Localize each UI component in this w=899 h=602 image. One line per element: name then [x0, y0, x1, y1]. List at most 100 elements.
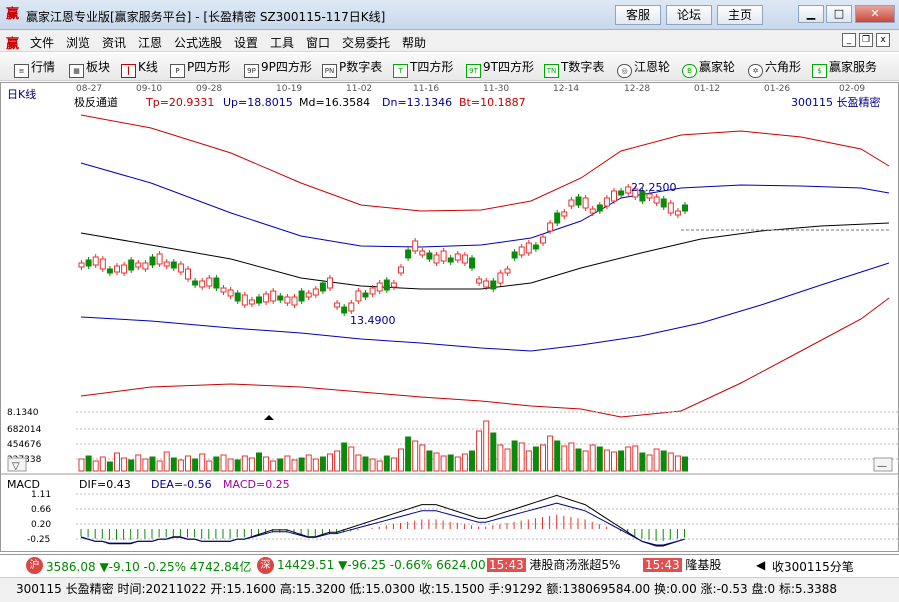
volume-bar	[106, 461, 113, 472]
candle-body	[362, 292, 369, 298]
dollar-icon: $	[812, 64, 827, 78]
forum-button[interactable]: 论坛	[666, 5, 712, 25]
menu-formula[interactable]: 公式选股	[174, 34, 222, 51]
toolbar-9t-square-button[interactable]: 9T 9T四方形	[466, 59, 534, 78]
candle-body	[135, 262, 142, 268]
toolbar-t-square-button[interactable]: T T四方形	[393, 59, 453, 78]
customer-service-button[interactable]: 客服	[615, 5, 661, 25]
volume-bar	[390, 457, 397, 472]
candle-body	[263, 293, 270, 303]
volume-bar	[135, 454, 142, 472]
homepage-button[interactable]: 主页	[717, 5, 763, 25]
candle-body	[305, 292, 312, 298]
candle-body	[625, 186, 632, 194]
volume-bar	[611, 451, 617, 472]
volume-bar	[561, 445, 568, 472]
volume-bar	[575, 448, 582, 472]
channel-bottom-line	[80, 297, 890, 418]
close-button[interactable]: ✕	[855, 5, 895, 23]
toolbar-9p-square-button[interactable]: 9P 9P四方形	[244, 59, 312, 78]
toolbar-gann-wheel-button[interactable]: ◎ 江恩轮	[617, 59, 670, 78]
toolbar-label: 9P四方形	[261, 60, 312, 74]
candle-body	[589, 208, 596, 214]
volume-bar	[305, 454, 312, 472]
toolbar-label: 行情	[31, 60, 56, 74]
candle-body	[319, 282, 326, 292]
menu-file[interactable]: 文件	[30, 34, 54, 51]
macd-tick-1: 0.66	[31, 505, 51, 515]
volume-bar	[483, 420, 490, 472]
candle-body	[532, 244, 539, 250]
volume-bar	[412, 440, 419, 472]
marker-triangle-icon	[264, 415, 274, 420]
volume-bar	[85, 455, 92, 472]
date-tick: 12-14	[553, 84, 579, 94]
toolbar-service-button[interactable]: $ 赢家服务	[812, 59, 878, 78]
tick-detail-label[interactable]: 收300115分笔	[772, 558, 854, 575]
candle-body	[426, 252, 433, 260]
toolbar-p-table-button[interactable]: PN P数字表	[322, 59, 382, 78]
toolbar-kline-button[interactable]: ┃ K线	[121, 59, 158, 78]
window-title: 赢家江恩专业版[赢家服务平台] - [长盈精密 SZ300115-117日K线]	[26, 10, 386, 24]
volume-bar	[376, 460, 383, 472]
candlesticks	[78, 184, 688, 316]
volume-bar	[674, 455, 681, 472]
volume-bar	[568, 442, 575, 472]
volume-bar	[348, 446, 355, 472]
toolbar-hexagon-button[interactable]: ✡ 六角形	[748, 59, 802, 78]
menu-trade[interactable]: 交易委托	[342, 34, 390, 51]
minimize-button[interactable]: ▁	[798, 5, 824, 23]
toolbar-winner-wheel-button[interactable]: B 赢家轮	[682, 59, 735, 78]
candle-body	[490, 280, 497, 290]
9t-box-icon: 9T	[466, 64, 481, 78]
p-box-icon: P	[170, 64, 185, 78]
candle-body	[660, 198, 667, 208]
volume-bar	[618, 450, 625, 472]
mdi-restore-button[interactable]: ❐	[859, 33, 873, 47]
mdi-close-button[interactable]: x	[876, 33, 890, 47]
toolbar-quotes-button[interactable]: ≡ 行情	[14, 59, 56, 78]
volume-bar	[270, 460, 277, 472]
menu-help[interactable]: 帮助	[402, 34, 426, 51]
menu-tools[interactable]: 工具	[270, 34, 294, 51]
period-label: 日K线	[7, 87, 36, 101]
toolbar-p-square-button[interactable]: P P四方形	[170, 59, 230, 78]
volume-bar	[660, 450, 667, 472]
candle-body	[220, 287, 227, 293]
menu-gann[interactable]: 江恩	[138, 34, 162, 51]
candle-body	[114, 265, 120, 273]
toolbar-label: 赢家服务	[829, 60, 878, 74]
candle-body	[603, 197, 610, 207]
menu-settings[interactable]: 设置	[234, 34, 258, 51]
menu-window[interactable]: 窗口	[306, 34, 330, 51]
toolbar-label: 六角形	[765, 60, 802, 74]
macd-tick-0: 1.11	[31, 490, 51, 500]
volume-bar	[199, 453, 206, 472]
menu-browse[interactable]: 浏览	[66, 34, 90, 51]
candle-body	[92, 256, 99, 266]
toolbar-t-table-button[interactable]: TN T数字表	[544, 59, 604, 78]
news-item-1[interactable]: 15:43 港股商汤涨超5%	[487, 557, 620, 574]
candle-body	[461, 254, 468, 264]
mdi-minimize-button[interactable]: _	[842, 33, 856, 47]
kline-chart[interactable]: 日K线 极反通道 Tp=20.9331 Up=18.8015 Md=16.358…	[1, 83, 898, 551]
grid-icon: ▦	[69, 64, 84, 78]
news-item-2[interactable]: 15:43 隆基股	[643, 557, 721, 574]
kline-chart-panel[interactable]: 日K线 极反通道 Tp=20.9331 Up=18.8015 Md=16.358…	[0, 82, 899, 552]
maximize-button[interactable]: □	[826, 5, 852, 23]
volume-tick-2: 454676	[7, 440, 42, 450]
volume-bar	[334, 450, 341, 472]
candle-body	[355, 290, 362, 302]
menu-info[interactable]: 资讯	[102, 34, 126, 51]
volume-bar	[156, 460, 163, 472]
candle-body	[334, 302, 341, 308]
menu-bar: 赢 文件 浏览 资讯 江恩 公式选股 设置 工具 窗口 交易委托 帮助 _ ❐ …	[0, 30, 899, 52]
volume-bar	[433, 452, 440, 472]
shenzhen-index[interactable]: 14429.51 ▼-96.25 -0.66% 6624.00	[277, 558, 486, 572]
date-tick: 02-09	[839, 84, 865, 94]
shanghai-index[interactable]: 3586.08 ▼-9.10 -0.25% 4742.84亿	[46, 558, 251, 575]
volume-bar	[277, 458, 284, 472]
candle-body	[419, 250, 426, 256]
channel-upper-line	[80, 162, 890, 248]
toolbar-sector-button[interactable]: ▦ 板块	[69, 59, 110, 78]
